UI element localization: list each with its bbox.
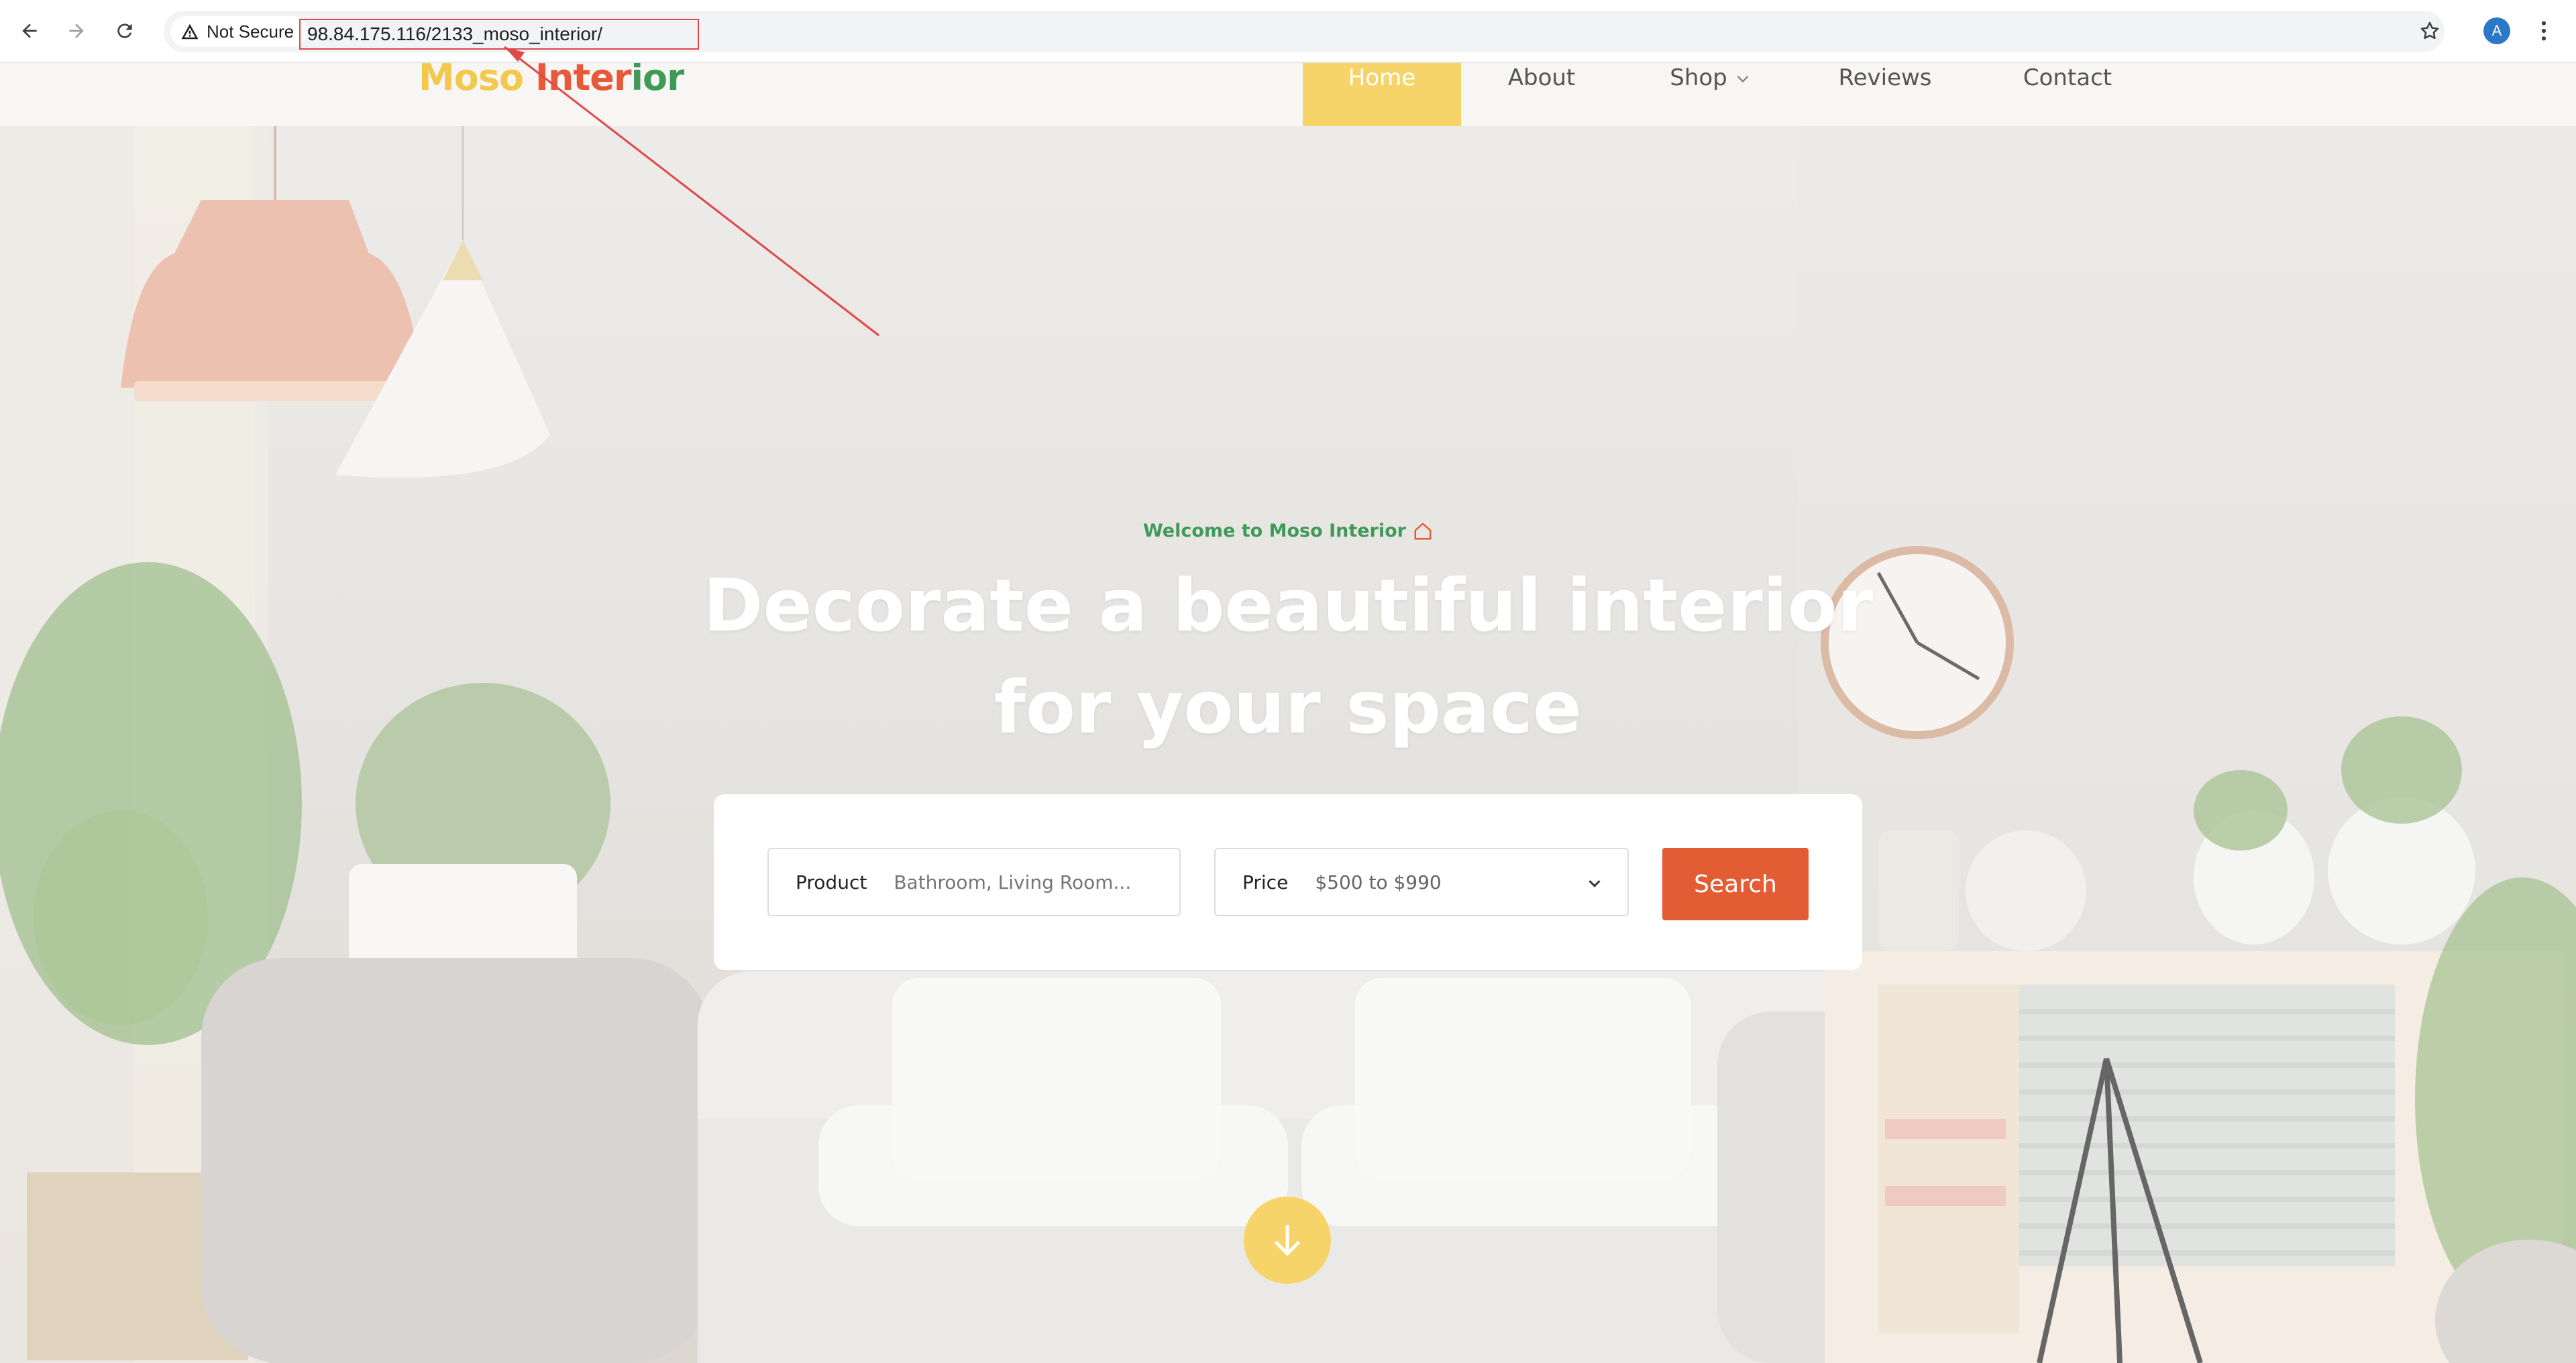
hero-headline: Decorate a beautiful interior for your s…	[604, 555, 1972, 759]
browser-toolbar: Not Secure 98.84.175.116/2133_moso_inter…	[0, 0, 2576, 63]
nav-home-label: Home	[1348, 64, 1416, 91]
headline-line-2: for your space	[994, 666, 1582, 750]
scroll-down-button[interactable]	[1244, 1197, 1331, 1284]
nav-reviews[interactable]: Reviews	[1833, 63, 1937, 126]
profile-initial: A	[2491, 22, 2502, 39]
reload-button[interactable]	[109, 15, 141, 47]
profile-avatar[interactable]: A	[2483, 17, 2510, 44]
nav-shop[interactable]: Shop	[1664, 63, 1758, 126]
security-chip[interactable]: Not Secure	[170, 16, 308, 47]
search-card: Product Price $500 to $990 Search	[714, 794, 1862, 970]
chevron-down-icon	[1589, 880, 1601, 887]
price-label: Price	[1242, 871, 1289, 893]
search-button[interactable]: Search	[1662, 848, 1809, 920]
url-field[interactable]: 98.84.175.116/2133_moso_interior/	[299, 19, 699, 50]
product-input[interactable]	[894, 871, 1163, 893]
product-field[interactable]: Product	[767, 848, 1181, 916]
home-icon	[1414, 523, 1432, 539]
headline-line-1: Decorate a beautiful interior	[702, 564, 1874, 648]
forward-button[interactable]	[60, 15, 93, 47]
arrow-down-icon	[1274, 1225, 1301, 1256]
nav-reviews-label: Reviews	[1838, 64, 1932, 91]
nav-contact-label: Contact	[2023, 64, 2112, 91]
site-header: Moso Interior Home About Shop Reviews Co…	[0, 63, 2576, 126]
chevron-down-icon	[1737, 75, 1749, 83]
nav-about[interactable]: About	[1495, 63, 1589, 126]
price-value: $500 to $990	[1315, 871, 1442, 893]
nav-home[interactable]: Home	[1303, 63, 1461, 126]
product-label: Product	[796, 871, 867, 893]
url-text: 98.84.175.116/2133_moso_interior/	[307, 23, 603, 44]
back-button[interactable]	[13, 15, 46, 47]
nav-about-label: About	[1507, 64, 1576, 91]
hero-section: Welcome to Moso Interior Decorate a beau…	[0, 126, 2576, 1363]
price-select[interactable]: Price $500 to $990	[1214, 848, 1629, 916]
bookmark-button[interactable]	[2414, 15, 2446, 47]
browser-menu-button[interactable]	[2530, 15, 2557, 47]
address-bar[interactable]: Not Secure 98.84.175.116/2133_moso_inter…	[164, 11, 2445, 52]
reload-icon	[117, 23, 132, 38]
star-icon	[2420, 21, 2439, 40]
search-button-label: Search	[1694, 870, 1777, 898]
welcome-tagline: Welcome to Moso Interior	[0, 521, 2576, 541]
welcome-text: Welcome to Moso Interior	[1142, 521, 1406, 541]
more-vert-icon	[2541, 21, 2546, 41]
back-arrow-icon	[22, 23, 37, 38]
security-label: Not Secure	[207, 21, 294, 42]
forward-arrow-icon	[69, 23, 84, 38]
nav-contact[interactable]: Contact	[2015, 63, 2120, 126]
warning-icon	[181, 23, 199, 40]
nav-shop-label: Shop	[1670, 64, 1727, 91]
main-nav: Home About Shop Reviews Contact	[0, 63, 2576, 126]
